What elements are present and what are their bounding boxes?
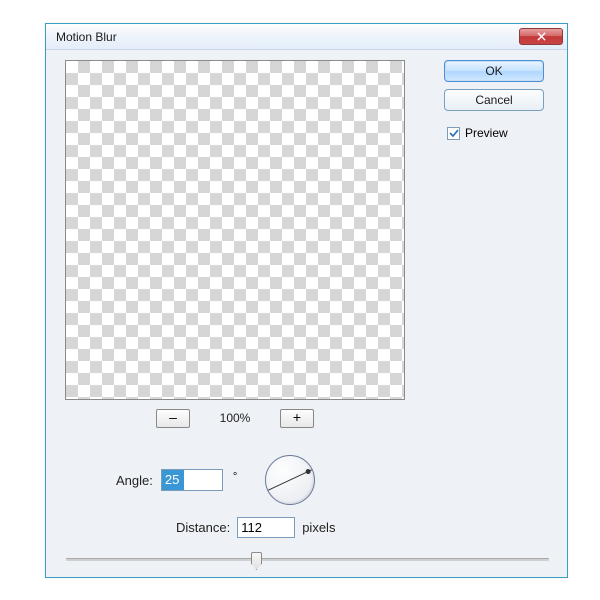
preview-checkbox[interactable] <box>447 127 460 140</box>
distance-input[interactable] <box>237 517 295 538</box>
check-icon <box>449 128 459 138</box>
ok-label: OK <box>485 64 502 78</box>
dialog-body: – 100% + OK Cancel Preview <box>46 50 567 577</box>
zoom-out-button[interactable]: – <box>156 409 190 428</box>
angle-dial[interactable] <box>265 455 315 505</box>
zoom-controls: – 100% + <box>65 405 405 431</box>
dialog-title: Motion Blur <box>56 30 519 44</box>
right-panel: OK Cancel Preview <box>439 60 549 140</box>
slider-rail <box>66 558 549 561</box>
minus-icon: – <box>169 409 177 425</box>
cancel-label: Cancel <box>475 93 512 107</box>
distance-unit: pixels <box>302 520 335 535</box>
angle-label: Angle: <box>116 473 153 488</box>
zoom-level: 100% <box>215 411 255 425</box>
motion-blur-dialog: Motion Blur – 100% + OK Cancel <box>45 23 568 578</box>
ok-button[interactable]: OK <box>444 60 544 82</box>
angle-input[interactable]: 25 <box>161 469 223 491</box>
preview-checkbox-row[interactable]: Preview <box>439 126 508 140</box>
angle-row: Angle: 25 ° <box>116 455 315 505</box>
zoom-in-button[interactable]: + <box>280 409 314 428</box>
plus-icon: + <box>293 409 301 425</box>
preview-label: Preview <box>465 126 508 140</box>
degree-symbol: ° <box>233 471 237 483</box>
angle-value: 25 <box>162 470 184 490</box>
slider-thumb[interactable] <box>251 552 262 570</box>
preview-canvas[interactable] <box>65 60 405 400</box>
transparency-checker <box>66 61 404 399</box>
close-icon <box>537 32 546 41</box>
distance-row: Distance: pixels <box>176 517 335 538</box>
distance-slider[interactable] <box>66 550 549 570</box>
close-button[interactable] <box>519 28 563 45</box>
distance-label: Distance: <box>176 520 230 535</box>
cancel-button[interactable]: Cancel <box>444 89 544 111</box>
titlebar[interactable]: Motion Blur <box>46 24 567 50</box>
